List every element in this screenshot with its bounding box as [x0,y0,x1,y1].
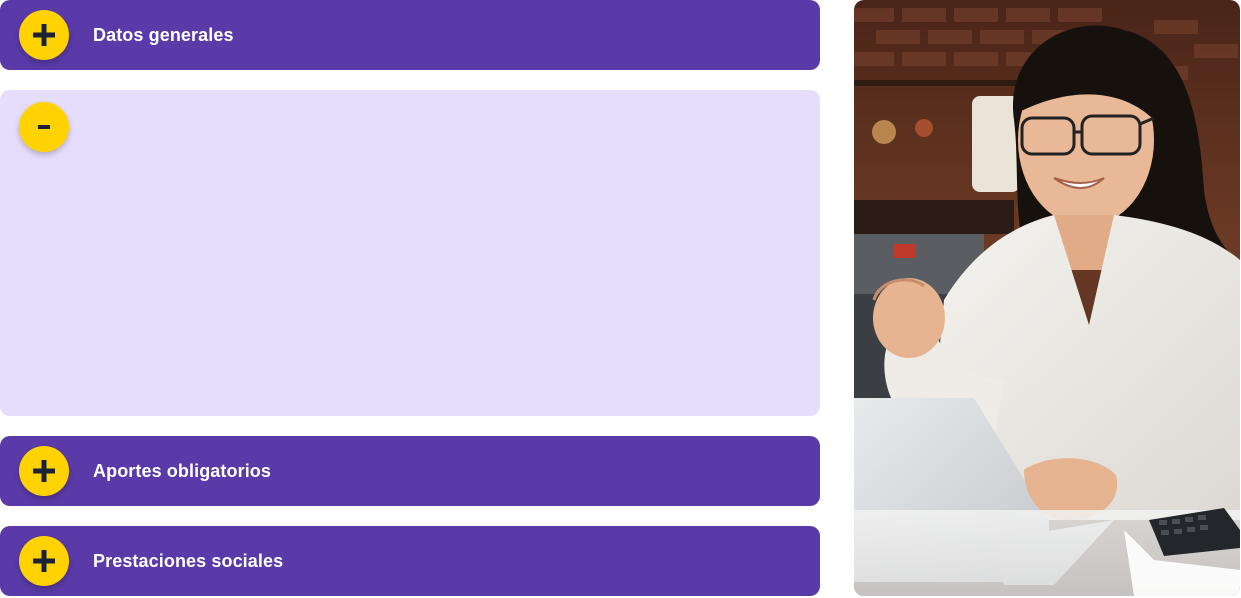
woman-with-laptop-photo [854,0,1240,596]
expand-toggle-button[interactable] [19,536,69,586]
accordion-item-label: Aportes obligatorios [93,461,272,481]
collapse-toggle-button[interactable] [19,102,69,152]
photo-illustration [854,0,1240,596]
plus-icon [33,550,55,572]
accordion-item-expanded [0,90,820,416]
accordion-item-prestaciones-sociales[interactable]: Prestaciones sociales [0,526,820,596]
plus-icon [33,24,55,46]
accordion-item-label: Datos generales [93,25,234,45]
expand-toggle-button[interactable] [19,446,69,496]
accordion-item-datos-generales[interactable]: Datos generales [0,0,820,70]
expand-toggle-button[interactable] [19,10,69,60]
accordion-item-aportes-obligatorios[interactable]: Aportes obligatorios [0,436,820,506]
minus-icon [38,125,50,129]
accordion-item-label: Prestaciones sociales [93,551,284,571]
plus-icon [33,460,55,482]
